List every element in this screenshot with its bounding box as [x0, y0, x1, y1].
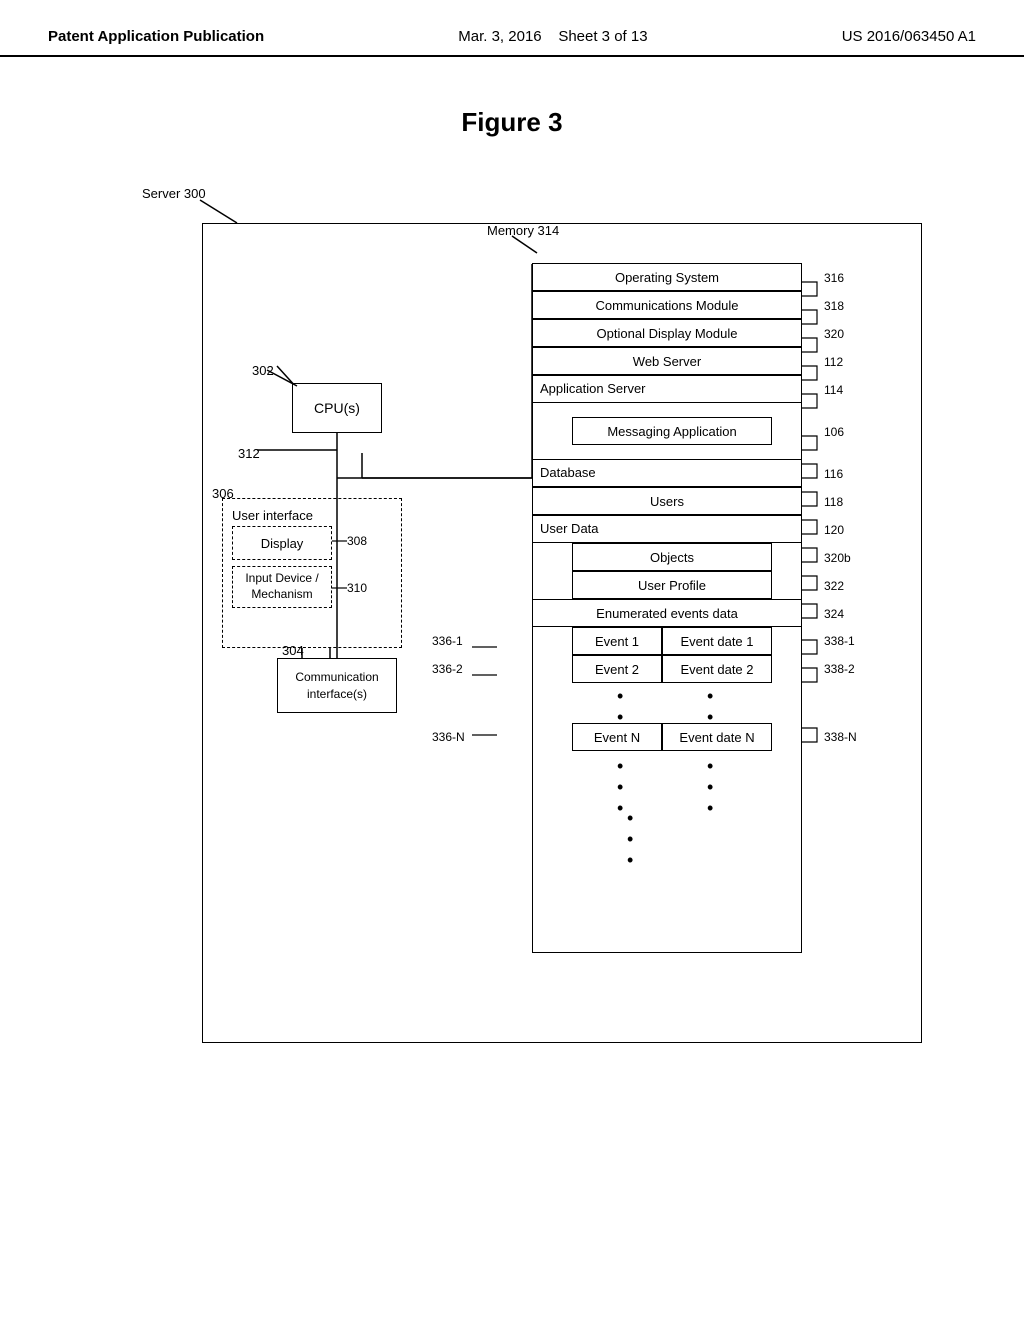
- figure-title: Figure 3: [0, 107, 1024, 138]
- comm-module-box: Communications Module: [532, 291, 802, 319]
- page-header: Patent Application Publication Mar. 3, 2…: [0, 0, 1024, 57]
- patent-number: US 2016/063450 A1: [842, 28, 976, 45]
- dots-row2: •••: [617, 756, 625, 819]
- main-content: Figure 3: [0, 57, 1024, 1108]
- user-interface-label: User interface: [232, 508, 313, 523]
- messaging-box: Messaging Application: [572, 417, 772, 445]
- sheet-info: Mar. 3, 2016 Sheet 3 of 13: [458, 28, 647, 45]
- user-profile-box: User Profile: [572, 571, 772, 599]
- sheet-label: Sheet 3 of 13: [558, 28, 647, 45]
- user-data-label: User Data: [532, 515, 802, 543]
- eventN-box: Event N: [572, 723, 662, 751]
- web-server-box: Web Server: [532, 347, 802, 375]
- event2-box: Event 2: [572, 655, 662, 683]
- database-label: Database: [532, 459, 802, 487]
- users-box: Users: [532, 487, 802, 515]
- objects-box: Objects: [572, 543, 772, 571]
- comm-iface-box: Communication interface(s): [277, 658, 397, 713]
- event2-date-box: Event date 2: [662, 655, 772, 683]
- enum-events-box: Enumerated events data: [532, 599, 802, 627]
- opt-display-box: Optional Display Module: [532, 319, 802, 347]
- server-label: Server 300: [142, 186, 206, 201]
- cpu-box: CPU(s): [292, 383, 382, 433]
- diagram: Server 300 Memory 314 Operating System 3…: [82, 168, 942, 1088]
- os-box: Operating System: [532, 263, 802, 291]
- input-device-box: Input Device / Mechanism: [232, 566, 332, 608]
- date-label: Mar. 3, 2016: [458, 28, 541, 45]
- dots-row2b: •••: [707, 756, 715, 819]
- publication-label: Patent Application Publication: [48, 28, 264, 45]
- app-server-label: Application Server: [532, 375, 802, 403]
- event1-date-box: Event date 1: [662, 627, 772, 655]
- display-box: Display: [232, 526, 332, 560]
- eventN-date-box: Event date N: [662, 723, 772, 751]
- dots-bottom: •••: [627, 808, 635, 871]
- event1-box: Event 1: [572, 627, 662, 655]
